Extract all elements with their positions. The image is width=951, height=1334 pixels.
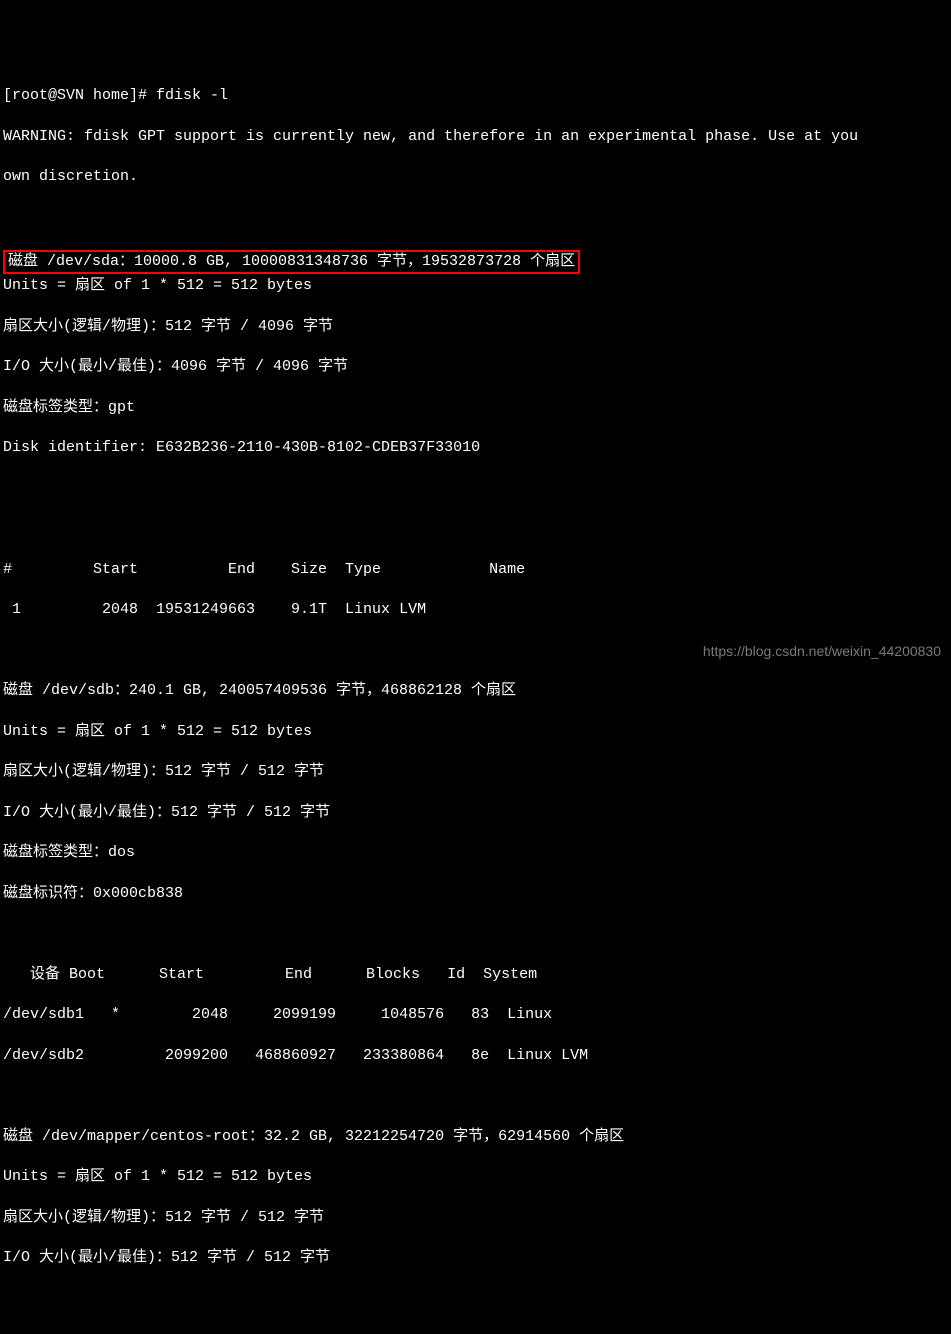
highlight-disk-sda: 磁盘 /dev/sda：10000.8 GB, 10000831348736 字… xyxy=(3,250,580,274)
partition-table-header-sdb: 设备 Boot Start End Blocks Id System xyxy=(3,965,946,985)
disk-sda-sector-size: 扇区大小(逻辑/物理)：512 字节 / 4096 字节 xyxy=(3,317,946,337)
disk-sda-identifier: Disk identifier: E632B236-2110-430B-8102… xyxy=(3,438,946,458)
partition-table-header-sda: # Start End Size Type Name xyxy=(3,560,946,580)
disk-sda-header: 磁盘 /dev/sda：10000.8 GB, 10000831348736 字… xyxy=(8,253,575,270)
disk-mapper-units: Units = 扇区 of 1 * 512 = 512 bytes xyxy=(3,1167,946,1187)
disk-sdb-io-size: I/O 大小(最小/最佳)：512 字节 / 512 字节 xyxy=(3,803,946,823)
disk-sdb-label-type: 磁盘标签类型：dos xyxy=(3,843,946,863)
disk-mapper-header: 磁盘 /dev/mapper/centos-root：32.2 GB, 3221… xyxy=(3,1127,946,1147)
disk-sdb-sector-size: 扇区大小(逻辑/物理)：512 字节 / 512 字节 xyxy=(3,762,946,782)
disk-mapper-sector-size: 扇区大小(逻辑/物理)：512 字节 / 512 字节 xyxy=(3,1208,946,1228)
command-prompt[interactable]: [root@SVN home]# fdisk -l xyxy=(3,86,946,106)
partition-row-sdb1: /dev/sdb1 * 2048 2099199 1048576 83 Linu… xyxy=(3,1005,946,1025)
blank-line xyxy=(3,479,946,499)
disk-sda-units: Units = 扇区 of 1 * 512 = 512 bytes xyxy=(3,276,946,296)
warning-text-2: own discretion. xyxy=(3,167,946,187)
disk-mapper-io-size: I/O 大小(最小/最佳)：512 字节 / 512 字节 xyxy=(3,1248,946,1268)
disk-sdb-units: Units = 扇区 of 1 * 512 = 512 bytes xyxy=(3,722,946,742)
disk-sdb-identifier: 磁盘标识符：0x000cb838 xyxy=(3,884,946,904)
blank-line xyxy=(3,924,946,944)
blank-line xyxy=(3,208,946,228)
watermark-text: https://blog.csdn.net/weixin_44200830 xyxy=(703,642,941,661)
blank-line xyxy=(3,519,946,539)
disk-sda-label-type: 磁盘标签类型：gpt xyxy=(3,398,946,418)
disk-sda-io-size: I/O 大小(最小/最佳)：4096 字节 / 4096 字节 xyxy=(3,357,946,377)
partition-row-sda1: 1 2048 19531249663 9.1T Linux LVM xyxy=(3,600,946,620)
partition-row-sdb2: /dev/sdb2 2099200 468860927 233380864 8e… xyxy=(3,1046,946,1066)
disk-sdb-header: 磁盘 /dev/sdb：240.1 GB, 240057409536 字节，46… xyxy=(3,681,946,701)
warning-text-1: WARNING: fdisk GPT support is currently … xyxy=(3,127,946,147)
blank-line xyxy=(3,1086,946,1106)
